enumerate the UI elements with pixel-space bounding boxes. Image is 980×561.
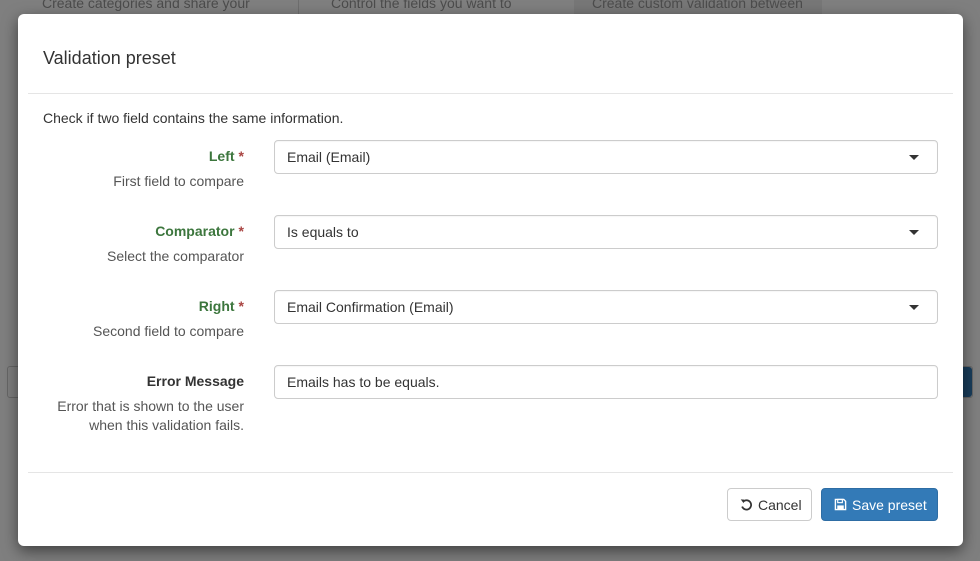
right-help-text: Second field to compare [93, 323, 244, 339]
form-row-comparator: Comparator * Select the comparator Is equ… [28, 215, 953, 283]
cancel-button-label: Cancel [758, 496, 802, 513]
help-line: when this validation fails. [89, 417, 244, 433]
error-message-input[interactable]: Emails has to be equals. [274, 365, 938, 399]
required-mark: * [238, 148, 244, 164]
comparator-label: Comparator * [24, 223, 244, 239]
comparator-select[interactable]: Is equals to [274, 215, 938, 249]
caret-down-icon [909, 155, 919, 160]
modal-header: Validation preset [28, 14, 953, 94]
cancel-button[interactable]: Cancel [727, 488, 812, 521]
comparator-label-text: Comparator [155, 223, 235, 239]
modal-body: Check if two field contains the same inf… [28, 94, 953, 472]
caret-down-icon [909, 305, 919, 310]
floppy-disk-icon [834, 498, 847, 511]
form-row-left: Left * First field to compare Email (Emai… [28, 140, 953, 208]
error-message-input-value: Emails has to be equals. [287, 374, 440, 390]
help-line: Error that is shown to the user [57, 398, 244, 414]
error-message-label: Error Message [146, 373, 244, 389]
required-mark: * [238, 298, 244, 314]
validation-preset-modal: Validation preset Check if two field con… [18, 14, 963, 546]
label-column: Error Message Error that is shown to the… [24, 373, 244, 435]
save-preset-button-label: Save preset [852, 496, 927, 513]
right-select-value: Email Confirmation (Email) [287, 299, 454, 315]
required-mark: * [238, 223, 244, 239]
modal-title: Validation preset [43, 48, 176, 68]
intro-text: Check if two field contains the same inf… [43, 110, 344, 126]
comparator-help-text: Select the comparator [107, 248, 244, 264]
right-label: Right * [24, 298, 244, 314]
left-label-text: Left [208, 148, 235, 164]
left-select-value: Email (Email) [287, 149, 371, 165]
error-message-help-text: Error that is shown to the user when this… [24, 397, 244, 435]
save-preset-button[interactable]: Save preset [821, 488, 938, 521]
label-column: Left * First field to compare [24, 148, 244, 191]
caret-down-icon [909, 230, 919, 235]
label-column: Right * Second field to compare [24, 298, 244, 341]
form-row-right: Right * Second field to compare Email Con… [28, 290, 953, 358]
left-select[interactable]: Email (Email) [274, 140, 938, 174]
undo-icon [740, 499, 752, 511]
right-select[interactable]: Email Confirmation (Email) [274, 290, 938, 324]
form-row-error-message: Error Message Error that is shown to the… [28, 365, 953, 453]
right-label-text: Right [198, 298, 235, 314]
comparator-select-value: Is equals to [287, 224, 359, 240]
modal-footer: Cancel Save preset [28, 472, 953, 546]
left-label: Left * [24, 148, 244, 164]
left-help-text: First field to compare [113, 173, 244, 189]
label-column: Comparator * Select the comparator [24, 223, 244, 266]
